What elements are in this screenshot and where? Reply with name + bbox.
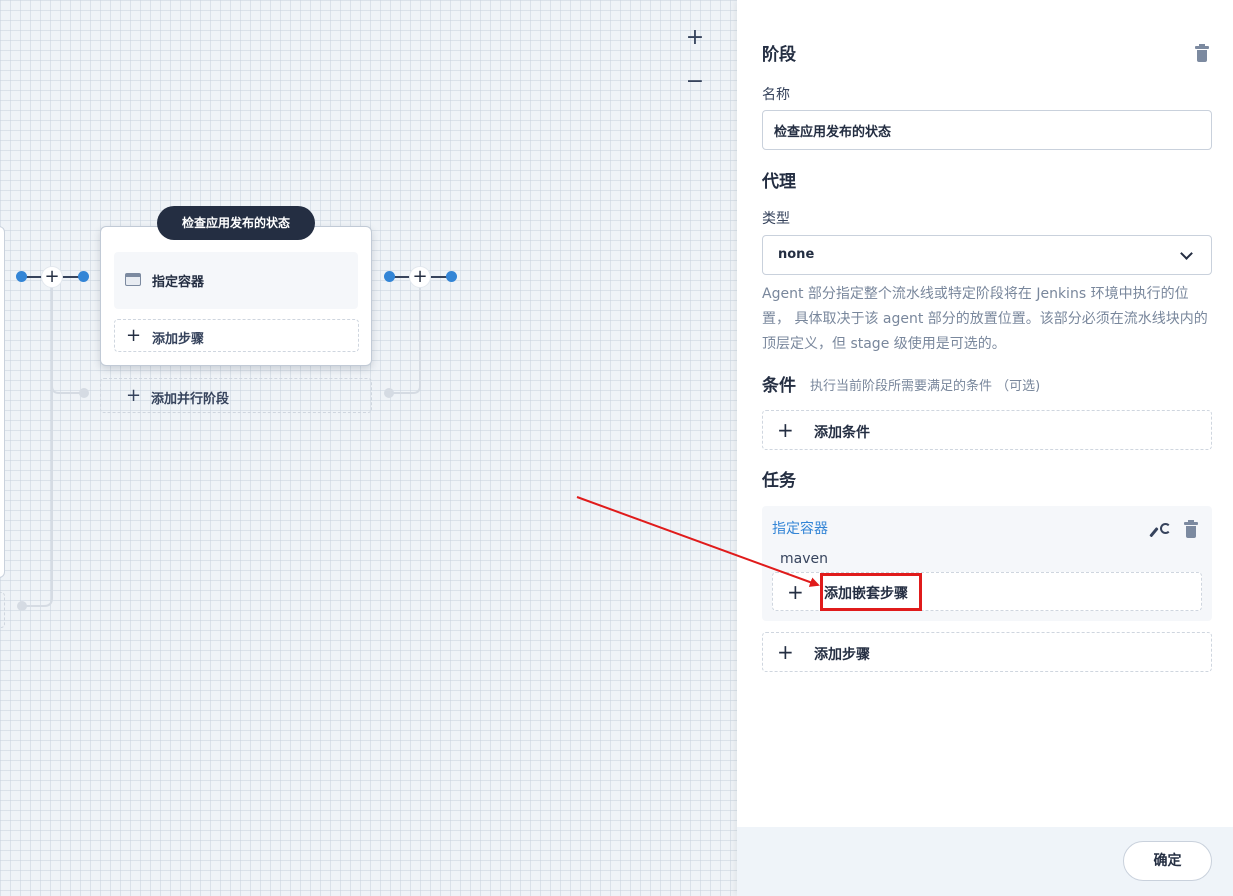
type-label: 类型 [762,211,790,227]
delete-stage-icon[interactable] [1195,44,1209,62]
stage-settings-panel: 阶段 名称 代理 类型 none Agent 部分指定整个流水线或特定阶段将在 … [737,0,1233,896]
wrench-icon[interactable] [1154,523,1171,537]
parallel-dot [17,601,27,611]
previous-add-parallel[interactable] [0,592,5,628]
task-item-value: maven [780,551,828,567]
add-nested-step-label: 添加嵌套步骤 [824,586,908,602]
add-step-label: 添加步骤 [152,332,205,347]
panel-footer: 确定 [737,827,1233,896]
connector-dot [16,271,27,282]
agent-title: 代理 [762,172,796,192]
name-label: 名称 [762,87,790,103]
agent-type-value: none [778,247,815,262]
tasks-title: 任务 [762,471,796,491]
stage-name-input[interactable] [762,110,1212,150]
agent-type-select[interactable]: none [762,235,1212,275]
pipeline-canvas[interactable]: + − + + 指定容器 + 添加步骤 检查应用发布的状态 + 添加并行阶段 [0,0,737,896]
connector-dot [78,271,89,282]
add-nested-step-button[interactable]: + 添加嵌套步骤 [772,572,1202,611]
task-item-name[interactable]: 指定容器 [772,518,828,538]
insert-stage-button[interactable]: + [41,266,63,288]
parallel-dot [79,388,89,398]
add-step-label: 添加步骤 [814,647,870,663]
conditions-title: 条件 [762,376,796,396]
zoom-out-button[interactable]: − [683,71,707,95]
plus-icon: + [126,325,142,346]
add-step-button[interactable]: + 添加步骤 [114,319,359,352]
panel-title: 阶段 [762,45,796,65]
agent-help-text: Agent 部分指定整个流水线或特定阶段将在 Jenkins 环境中执行的位置，… [762,286,1208,352]
delete-task-icon[interactable] [1184,520,1198,538]
parallel-dot [384,388,394,398]
previous-stage-card[interactable] [0,226,5,578]
connector-dot [446,271,457,282]
zoom-in-button[interactable]: + [683,27,707,51]
terminal-icon [125,273,141,286]
plus-icon: + [787,580,804,604]
add-step-button[interactable]: + 添加步骤 [762,632,1212,672]
stage-title-pill[interactable]: 检查应用发布的状态 [157,206,315,240]
conditions-subtitle: 执行当前阶段所需要满足的条件 （可选) [810,379,1041,394]
plus-icon: + [126,385,142,406]
step-label: 指定容器 [152,275,205,290]
connector-dot [384,271,395,282]
chevron-down-icon [1180,247,1193,260]
add-condition-button[interactable]: + 添加条件 [762,410,1212,450]
stage-card[interactable]: 指定容器 + 添加步骤 [100,226,372,366]
add-parallel-label: 添加并行阶段 [151,392,230,407]
confirm-button[interactable]: 确定 [1123,841,1212,881]
add-condition-label: 添加条件 [814,425,870,441]
task-item: 指定容器 maven + 添加嵌套步骤 [762,506,1212,621]
add-parallel-stage-button[interactable]: + 添加并行阶段 [100,378,372,413]
step-item[interactable]: 指定容器 [114,252,358,309]
pipeline-connectors [26,288,421,607]
plus-icon: + [777,418,794,442]
plus-icon: + [777,640,794,664]
insert-stage-button[interactable]: + [409,266,431,288]
